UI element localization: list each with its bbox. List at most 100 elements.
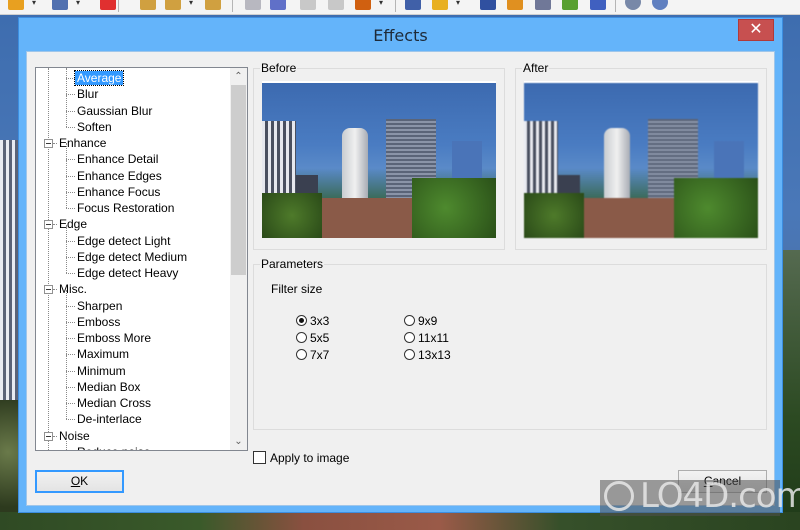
background-building	[0, 140, 18, 420]
info-icon[interactable]	[652, 0, 668, 10]
checkbox-box[interactable]	[253, 451, 266, 465]
zoom-actual-size-icon[interactable]	[165, 0, 181, 10]
radio-circle[interactable]	[404, 315, 415, 327]
tree-item[interactable]: Blur	[75, 86, 100, 102]
apply-to-image-checkbox[interactable]: Apply to image	[253, 450, 349, 466]
zoom-in-icon[interactable]	[140, 0, 156, 10]
delete-icon[interactable]	[100, 0, 116, 10]
filter-size-radio-3x3[interactable]: 3x3	[296, 313, 329, 329]
tree-item[interactable]: Gaussian Blur	[75, 103, 154, 119]
tree-item[interactable]: Enhance Edges	[75, 168, 164, 184]
tree-item[interactable]: Edge detect Heavy	[75, 265, 180, 281]
back-icon[interactable]	[245, 0, 261, 10]
tree-item-label: Average	[73, 70, 125, 86]
tree-item[interactable]: Emboss More	[75, 330, 153, 346]
scroll-down-button[interactable]: ⌄	[230, 433, 247, 450]
parameters-label: Parameters	[260, 257, 325, 271]
binoculars-icon[interactable]	[480, 0, 496, 10]
open-folder-icon[interactable]	[432, 0, 448, 10]
filter-size-radio-11x11[interactable]: 11x11	[404, 330, 449, 346]
dropdown-arrow-icon[interactable]: ▾	[456, 0, 460, 7]
print-icon[interactable]	[507, 0, 523, 10]
radio-circle[interactable]	[296, 315, 307, 327]
tree-item[interactable]: Emboss	[75, 314, 122, 330]
tree-item[interactable]: Average	[73, 70, 125, 86]
settings-gear-icon[interactable]	[625, 0, 641, 10]
camera-icon[interactable]	[590, 0, 606, 10]
tree-item[interactable]: Enhance Focus	[75, 184, 162, 200]
radio-circle[interactable]	[296, 349, 307, 361]
dialog-title: Effects	[373, 26, 428, 45]
tree-connector	[66, 224, 67, 241]
tree-item-label: Median Box	[77, 379, 141, 394]
tree-connector	[66, 338, 75, 339]
scanner-icon[interactable]	[535, 0, 551, 10]
previous-page-icon[interactable]	[300, 0, 316, 10]
dropdown-arrow-icon[interactable]: ▾	[379, 0, 383, 7]
zoom-out-icon[interactable]	[205, 0, 221, 10]
before-label: Before	[260, 61, 298, 75]
tree-item[interactable]: Median Cross	[75, 395, 153, 411]
collapse-icon[interactable]	[44, 139, 53, 148]
tree-group[interactable]: Edge	[57, 216, 89, 232]
radio-label: 11x11	[418, 331, 449, 345]
radio-circle[interactable]	[296, 332, 307, 344]
toolbar-separator	[615, 0, 616, 12]
tree-item[interactable]: Edge detect Light	[75, 233, 172, 249]
tree-item[interactable]: Focus Restoration	[75, 200, 176, 216]
tree-item[interactable]: Edge detect Medium	[75, 249, 189, 265]
crop-icon[interactable]	[405, 0, 421, 10]
tree-group[interactable]: Misc.	[57, 281, 89, 297]
tree-connector	[66, 143, 67, 160]
radio-circle[interactable]	[404, 349, 415, 361]
after-group: After	[515, 61, 767, 250]
tree-connector	[66, 94, 67, 111]
tree-item[interactable]: Maximum	[75, 346, 131, 362]
tree-connector	[66, 322, 67, 338]
tree-connector	[66, 159, 75, 161]
tree-item[interactable]: Soften	[75, 119, 114, 135]
collapse-icon[interactable]	[44, 220, 53, 230]
effects-tree[interactable]: Average Blur Gaussian Blur Soften Enhance Enh…	[35, 67, 248, 451]
radio-circle[interactable]	[404, 332, 415, 344]
tree-connector	[53, 143, 57, 144]
filter-size-radio-7x7[interactable]: 7x7	[296, 347, 329, 363]
tree-item-label: Edge detect Medium	[77, 249, 188, 264]
ok-button[interactable]: OK	[35, 470, 124, 493]
dropdown-arrow-icon[interactable]: ▾	[32, 0, 36, 7]
scroll-thumb[interactable]	[231, 85, 246, 275]
tree-item[interactable]: Enhance Detail	[75, 151, 160, 167]
dialog-titlebar[interactable]: Effects ✕	[19, 18, 782, 51]
window-icon[interactable]	[52, 0, 68, 10]
image-edit-icon[interactable]	[562, 0, 578, 10]
tree-item-label: Reduce noise	[75, 445, 152, 450]
export-icon[interactable]	[355, 0, 371, 10]
tree-item[interactable]: Minimum	[75, 363, 128, 379]
dropdown-arrow-icon[interactable]: ▾	[76, 0, 80, 7]
tree-connector	[66, 257, 67, 273]
tree-group[interactable]: Enhance	[57, 135, 108, 151]
collapse-icon[interactable]	[44, 285, 53, 295]
filter-size-radio-5x5[interactable]: 5x5	[296, 330, 329, 346]
tree-item[interactable]: Sharpen	[75, 298, 124, 314]
tree-item[interactable]: Reduce noise	[75, 444, 152, 450]
tree-connector	[66, 338, 67, 355]
tree-group[interactable]: Noise	[57, 428, 92, 444]
filter-size-radio-9x9[interactable]: 9x9	[404, 313, 437, 329]
dropdown-arrow-icon[interactable]: ▾	[189, 0, 193, 7]
forward-icon[interactable]	[270, 0, 286, 10]
tree-item-label: Edge	[59, 217, 88, 232]
tree-connector	[66, 94, 75, 96]
close-button[interactable]: ✕	[738, 19, 774, 41]
next-page-icon[interactable]	[328, 0, 344, 10]
scroll-up-button[interactable]: ⌃	[230, 68, 247, 85]
tree-connector	[66, 159, 67, 176]
collapse-icon[interactable]	[44, 431, 53, 441]
tree-scrollbar[interactable]: ⌃ ⌄	[230, 68, 247, 450]
tree-item-label: Enhance	[59, 136, 107, 150]
tree-item[interactable]: De-interlace	[75, 411, 144, 427]
tree-connector	[66, 403, 75, 404]
filter-size-radio-13x13[interactable]: 13x13	[404, 347, 451, 363]
tree-item[interactable]: Median Box	[75, 379, 142, 395]
import-icon[interactable]	[8, 0, 24, 10]
